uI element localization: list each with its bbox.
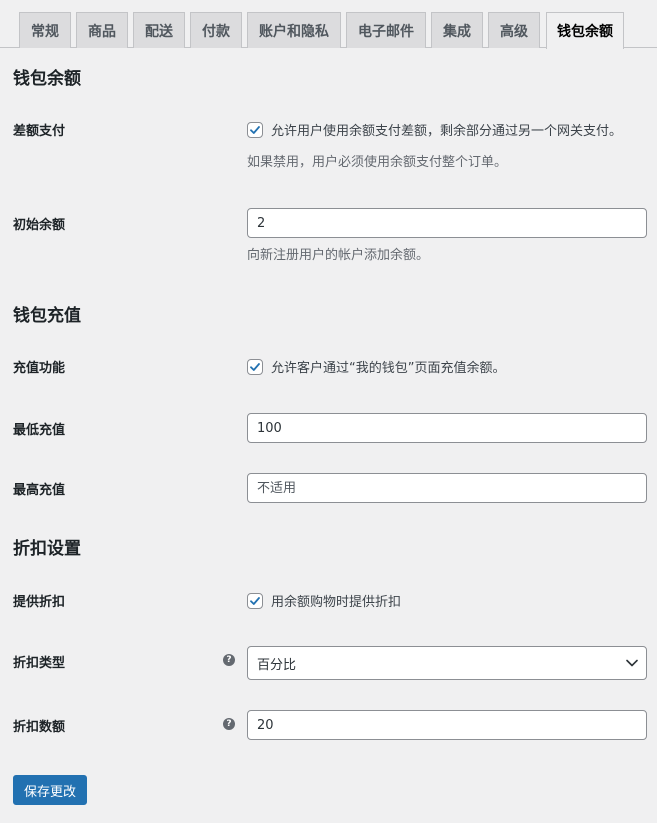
checkmark-icon <box>250 596 260 605</box>
tab-general[interactable]: 常规 <box>19 12 71 48</box>
min-topup-input[interactable] <box>247 413 647 443</box>
diff-pay-label: 差额支付 <box>13 124 66 139</box>
checkmark-icon <box>250 125 260 134</box>
tab-emails[interactable]: 电子邮件 <box>346 12 426 48</box>
discount-amount-input[interactable] <box>247 710 647 740</box>
offer-discount-checkbox[interactable] <box>247 592 263 609</box>
initial-balance-description: 向新注册用户的帐户添加余额。 <box>247 248 430 263</box>
tab-payments[interactable]: 付款 <box>190 12 242 48</box>
chevron-down-icon <box>626 659 638 667</box>
max-topup-input[interactable] <box>247 473 647 503</box>
discount-type-select[interactable]: 百分比 <box>247 646 647 680</box>
section-title-wallet: 钱包余额 <box>13 69 81 89</box>
topup-checkbox-text: 允许客户通过“我的钱包”页面充值余额。 <box>271 361 506 376</box>
topup-row: 允许客户通过“我的钱包”页面充值余额。 <box>247 357 505 376</box>
discount-type-label: 折扣类型 <box>13 656 66 671</box>
help-icon[interactable]: ? <box>223 718 235 730</box>
tab-products[interactable]: 商品 <box>76 12 128 48</box>
diff-pay-checkbox[interactable] <box>247 121 263 138</box>
tab-integration[interactable]: 集成 <box>431 12 483 48</box>
tab-shipping[interactable]: 配送 <box>133 12 185 48</box>
tab-advanced[interactable]: 高级 <box>488 12 540 48</box>
min-topup-label: 最低充值 <box>13 423 66 438</box>
diff-pay-row: 允许用户使用余额支付差额，剩余部分通过另一个网关支付。 <box>247 120 622 139</box>
tab-wallet-balance[interactable]: 钱包余额 <box>546 12 624 49</box>
offer-discount-row: 用余额购物时提供折扣 <box>247 591 401 610</box>
topup-checkbox[interactable] <box>247 358 263 375</box>
initial-balance-input[interactable] <box>247 208 647 238</box>
discount-amount-label: 折扣数额 <box>13 720 66 735</box>
diff-pay-description: 如果禁用，用户必须使用余额支付整个订单。 <box>247 155 508 170</box>
offer-discount-label: 提供折扣 <box>13 595 66 610</box>
section-title-topup: 钱包充值 <box>13 306 81 326</box>
initial-balance-label: 初始余额 <box>13 218 66 233</box>
topup-label: 充值功能 <box>13 361 66 376</box>
offer-discount-checkbox-text: 用余额购物时提供折扣 <box>271 595 402 610</box>
diff-pay-checkbox-text: 允许用户使用余额支付差额，剩余部分通过另一个网关支付。 <box>271 124 623 139</box>
save-changes-button[interactable]: 保存更改 <box>13 775 87 805</box>
checkmark-icon <box>250 362 260 371</box>
max-topup-label: 最高充值 <box>13 483 66 498</box>
discount-type-value: 百分比 <box>257 657 297 673</box>
help-icon[interactable]: ? <box>223 654 235 666</box>
settings-tabs: 常规 商品 配送 付款 账户和隐私 电子邮件 集成 高级 钱包余额 <box>0 0 657 49</box>
tab-accounts-privacy[interactable]: 账户和隐私 <box>247 12 341 48</box>
section-title-discount: 折扣设置 <box>13 539 81 559</box>
